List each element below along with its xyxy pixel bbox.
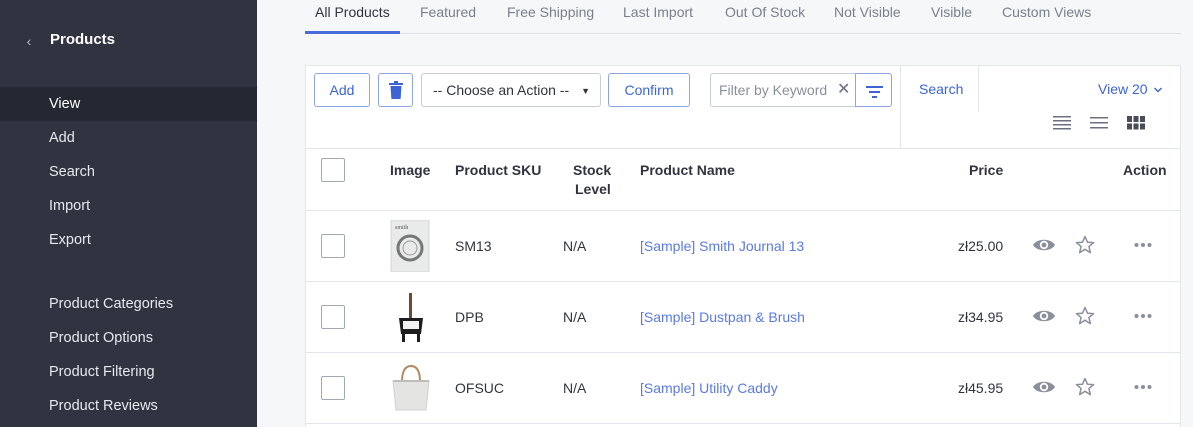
table-row: OFSUC N/A [Sample] Utility Caddy zł45.95 (306, 353, 1180, 424)
tab-not-visible[interactable]: Not Visible (834, 0, 901, 34)
caret-down-icon: ▼ (581, 86, 590, 96)
column-header-stock[interactable]: Stock Level (573, 161, 611, 199)
search-button[interactable]: Search (919, 81, 963, 97)
tab-free-shipping[interactable]: Free Shipping (507, 0, 594, 34)
tab-last-import[interactable]: Last Import (623, 0, 693, 34)
product-stock: N/A (563, 309, 587, 325)
product-sku: DPB (455, 309, 484, 325)
add-button[interactable]: Add (314, 73, 370, 107)
product-stock: N/A (563, 380, 587, 396)
trash-icon (388, 81, 403, 99)
tab-custom-views[interactable]: Custom Views (1002, 0, 1091, 34)
column-header-name[interactable]: Product Name (640, 161, 735, 180)
column-header-sku[interactable]: Product SKU (455, 161, 541, 180)
tab-featured[interactable]: Featured (420, 0, 476, 34)
sidebar-item-product-filtering[interactable]: Product Filtering (0, 355, 257, 389)
product-sku: OFSUC (455, 380, 504, 396)
product-thumbnail-dustpan[interactable] (389, 291, 435, 343)
active-tab-indicator (305, 31, 400, 34)
column-header-stock-line1: Stock (573, 162, 612, 178)
bulk-action-select[interactable]: -- Choose an Action -- ▼ (421, 73, 601, 107)
more-icon[interactable] (1134, 313, 1152, 319)
column-header-stock-line2: Level (575, 181, 611, 197)
product-thumbnail-journal[interactable]: smith (389, 220, 435, 272)
sidebar: ‹ Products View Add Search Import Export… (0, 0, 257, 427)
tab-all-products[interactable]: All Products (315, 0, 390, 34)
tab-visible[interactable]: Visible (931, 0, 972, 34)
column-header-price[interactable]: Price (969, 161, 1003, 180)
toolbar-divider (978, 66, 979, 112)
star-icon[interactable] (1075, 235, 1095, 255)
sidebar-item-product-categories[interactable]: Product Categories (0, 287, 257, 321)
grid-icon[interactable] (1127, 116, 1145, 130)
toolbar-divider (900, 66, 901, 148)
chevron-down-icon (1154, 87, 1163, 93)
product-price: zł34.95 (958, 309, 1004, 325)
chevron-left-icon[interactable]: ‹ (22, 31, 36, 51)
filter-keyword-input[interactable] (711, 74, 855, 106)
more-icon[interactable] (1134, 384, 1152, 390)
delete-button[interactable] (378, 73, 413, 107)
eye-icon[interactable] (1032, 379, 1056, 395)
product-view-tabs: All Products Featured Free Shipping Last… (305, 0, 1181, 34)
close-icon[interactable]: ✕ (837, 82, 851, 98)
product-price: zł45.95 (958, 380, 1004, 396)
tab-out-of-stock[interactable]: Out Of Stock (725, 0, 805, 34)
sidebar-header: ‹ Products (0, 22, 257, 60)
filter-icon (866, 86, 883, 98)
more-icon[interactable] (1134, 242, 1152, 248)
sidebar-item-import[interactable]: Import (0, 189, 257, 223)
sidebar-item-search[interactable]: Search (0, 155, 257, 189)
star-icon[interactable] (1075, 377, 1095, 397)
sidebar-item-export[interactable]: Export (0, 223, 257, 257)
product-stock: N/A (563, 238, 587, 254)
products-panel: Add -- Choose an Action -- ▼ Confirm ✕ S… (305, 65, 1181, 427)
filter-button[interactable] (855, 73, 892, 107)
view-count-label: View 20 (1098, 81, 1148, 97)
product-price: zł25.00 (958, 238, 1004, 254)
row-checkbox[interactable] (321, 376, 345, 400)
bulk-action-value: -- Choose an Action -- (433, 82, 570, 98)
sidebar-item-view[interactable]: View (0, 87, 257, 121)
sidebar-item-product-options[interactable]: Product Options (0, 321, 257, 355)
table-header: Image Product SKU Stock Level Product Na… (306, 148, 1180, 211)
sidebar-item-add[interactable]: Add (0, 121, 257, 155)
confirm-button[interactable]: Confirm (608, 73, 690, 107)
star-icon[interactable] (1075, 306, 1095, 326)
product-sku: SM13 (455, 238, 492, 254)
list-icon[interactable] (1090, 116, 1108, 130)
view-count-dropdown[interactable]: View 20 (1098, 81, 1163, 97)
column-header-image: Image (390, 162, 431, 178)
row-checkbox[interactable] (321, 234, 345, 258)
eye-icon[interactable] (1032, 237, 1056, 253)
column-header-action: Action (1123, 162, 1167, 178)
row-checkbox[interactable] (321, 305, 345, 329)
table-row: smith SM13 N/A [Sample] Smith Journal 13… (306, 211, 1180, 282)
select-all-checkbox[interactable] (321, 158, 345, 182)
product-name-link[interactable]: [Sample] Dustpan & Brush (640, 309, 805, 325)
product-name-link[interactable]: [Sample] Utility Caddy (640, 380, 778, 396)
list-compact-icon[interactable] (1053, 116, 1071, 130)
keyword-filter: ✕ (710, 73, 892, 107)
table-row: DPB N/A [Sample] Dustpan & Brush zł34.95 (306, 282, 1180, 353)
product-thumbnail-caddy[interactable] (389, 362, 435, 414)
sidebar-item-product-reviews[interactable]: Product Reviews (0, 389, 257, 423)
svg-text:smith: smith (395, 225, 408, 231)
sidebar-title: Products (50, 31, 116, 48)
eye-icon[interactable] (1032, 308, 1056, 324)
product-name-link[interactable]: [Sample] Smith Journal 13 (640, 238, 804, 254)
